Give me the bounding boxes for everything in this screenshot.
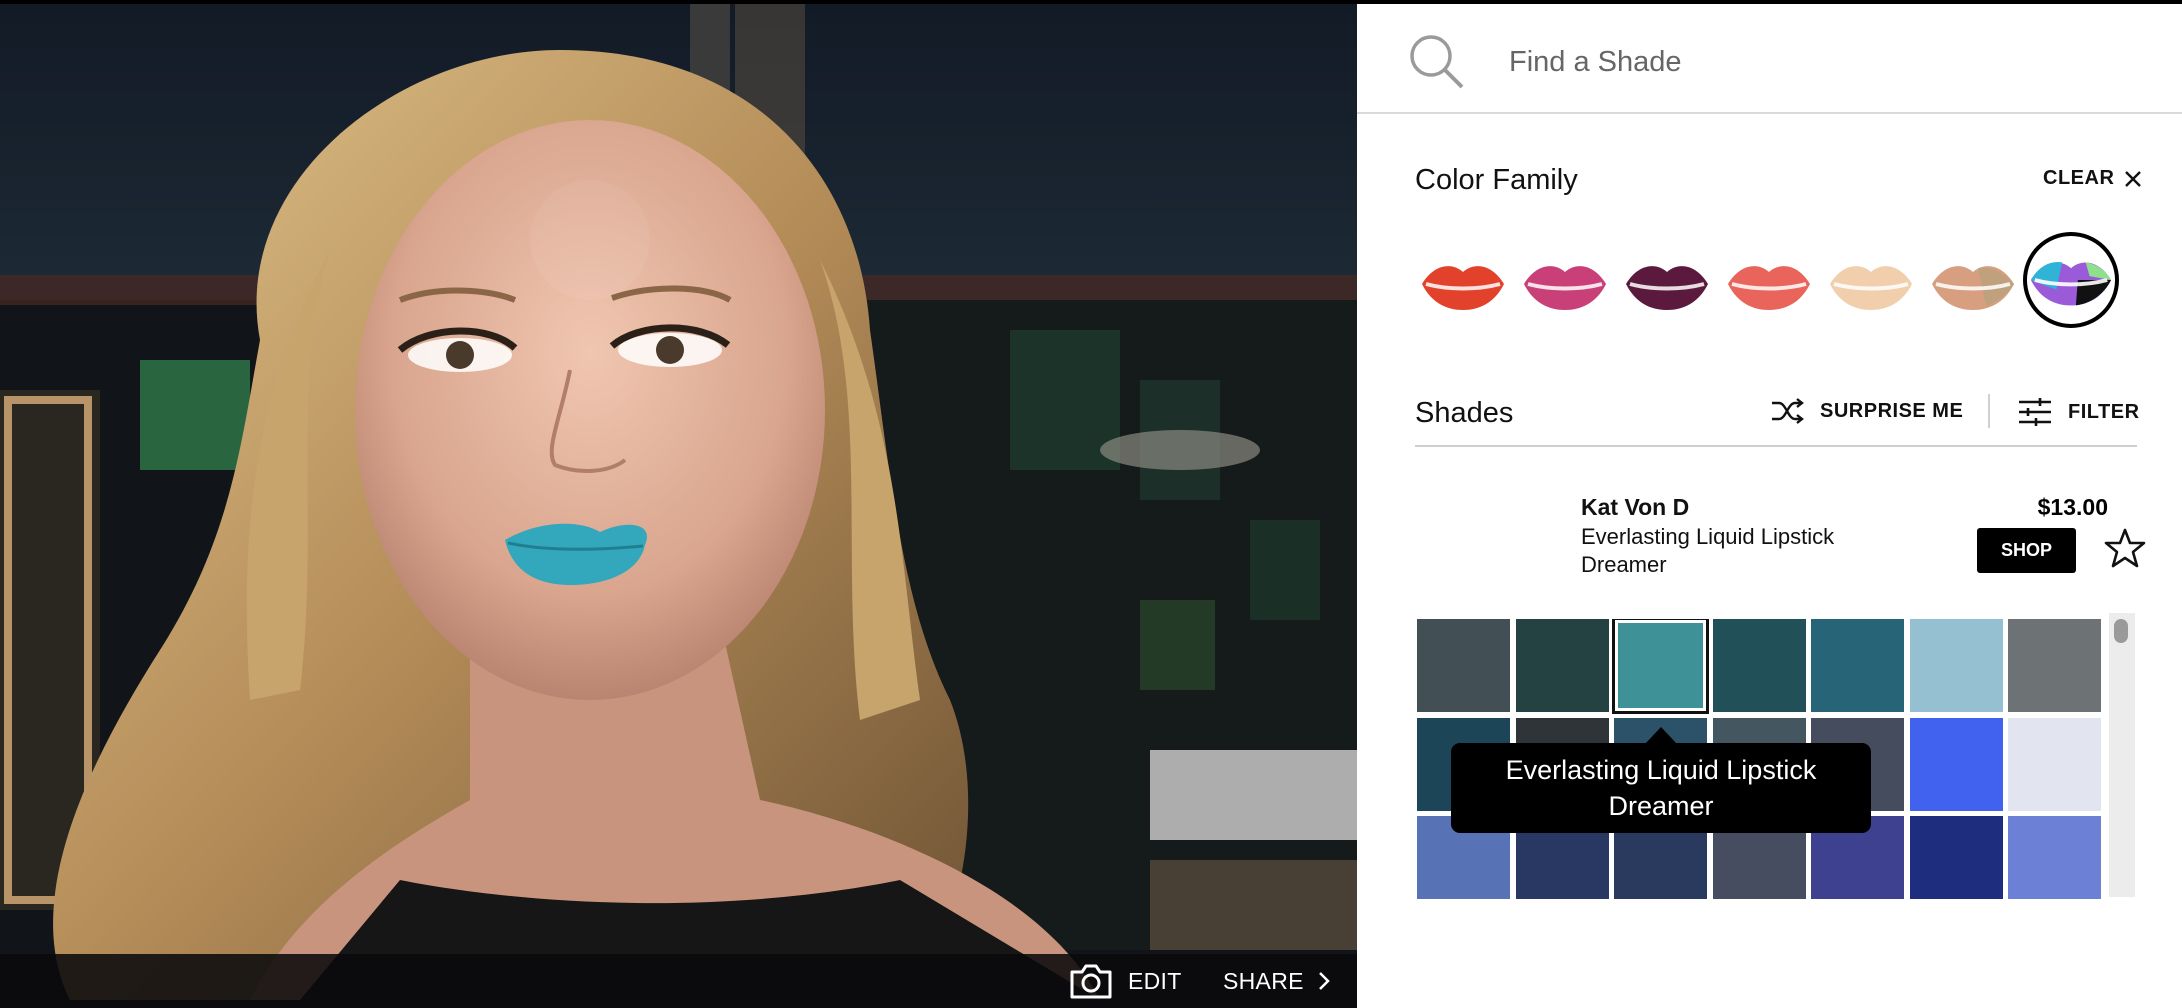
shade-swatch[interactable] <box>2008 816 2101 899</box>
filter-button[interactable]: FILTER <box>2018 397 2140 427</box>
camera-view: EDIT SHARE <box>0 0 1357 1008</box>
color-family-multi[interactable] <box>2023 232 2119 328</box>
surprise-me-label: SURPRISE ME <box>1820 399 1964 422</box>
lips-icon <box>1830 266 1912 310</box>
shades-divider <box>1415 445 2137 447</box>
search-input[interactable] <box>1509 34 2129 90</box>
lips-icon <box>1422 266 1504 310</box>
camera-icon[interactable] <box>1068 954 1114 1008</box>
tooltip-line-1: Everlasting Liquid Lipstick <box>1505 755 1817 785</box>
share-label: SHARE <box>1223 967 1304 994</box>
tooltip-line-2: Dreamer <box>1608 791 1714 821</box>
shade-finder-panel: Color Family CLEAR <box>1357 0 2182 1008</box>
shade-swatch[interactable] <box>1910 816 2003 899</box>
color-family-metallic[interactable] <box>1925 236 2021 332</box>
product-brand: Kat Von D <box>1581 494 1690 520</box>
clear-label: CLEAR <box>2043 167 2115 189</box>
shop-button[interactable]: SHOP <box>1977 528 2076 573</box>
lips-icon <box>1932 266 2014 310</box>
surprise-me-button[interactable]: SURPRISE ME <box>1770 397 1963 425</box>
shade-swatch[interactable] <box>2008 619 2101 712</box>
shade-swatch[interactable] <box>1612 619 1709 714</box>
product-price: $13.00 <box>2037 494 2108 520</box>
color-family-list <box>1415 232 2175 336</box>
color-family-coral[interactable] <box>1721 236 1817 332</box>
shades-title: Shades <box>1415 397 1514 429</box>
chevron-right-icon <box>1318 972 1330 990</box>
product-shade: Dreamer <box>1581 552 1667 577</box>
clear-button[interactable]: CLEAR <box>2043 167 2142 190</box>
shade-swatch[interactable] <box>1910 619 2003 712</box>
lips-icon <box>1728 266 1810 310</box>
shade-swatch[interactable] <box>1910 718 2003 811</box>
lips-icon <box>1626 266 1708 310</box>
scrollbar-thumb[interactable] <box>2114 619 2128 643</box>
color-family-nude[interactable] <box>1823 236 1919 332</box>
shade-swatch[interactable] <box>1516 619 1609 712</box>
lips-icon <box>1524 266 1606 310</box>
product-card: Kat Von D Everlasting Liquid Lipstick Dr… <box>1357 490 2182 600</box>
shade-swatch[interactable] <box>1417 619 1510 712</box>
search-icon[interactable] <box>1407 32 1465 90</box>
camera-feed-image <box>0 0 1357 1008</box>
color-family-pink[interactable] <box>1517 236 1613 332</box>
color-family-red[interactable] <box>1415 236 1511 332</box>
shade-swatch[interactable] <box>1811 619 1904 712</box>
shuffle-icon <box>1772 398 1804 424</box>
top-border <box>0 0 1357 4</box>
product-title: Everlasting Liquid Lipstick <box>1581 524 1835 549</box>
star-icon[interactable] <box>2103 526 2147 570</box>
toolbar-divider <box>1988 394 1990 428</box>
scrollbar-track[interactable] <box>2109 613 2135 897</box>
edit-label: EDIT <box>1128 967 1182 994</box>
share-button[interactable]: SHARE <box>1223 954 1330 1008</box>
product-name: Everlasting Liquid Lipstick Dreamer <box>1581 523 1911 579</box>
close-icon <box>2125 170 2142 187</box>
tooltip-arrow <box>1645 727 1677 744</box>
shade-swatch[interactable] <box>1713 619 1806 712</box>
lips-icon <box>2030 262 2112 306</box>
edit-button[interactable]: EDIT <box>1128 954 1182 1008</box>
filter-sliders-icon <box>2019 398 2051 426</box>
color-family-berry[interactable] <box>1619 236 1715 332</box>
search-bar <box>1357 4 2182 114</box>
filter-label: FILTER <box>2068 400 2140 423</box>
shade-swatch[interactable] <box>2008 718 2101 811</box>
color-family-title: Color Family <box>1415 164 1578 196</box>
shade-tooltip: Everlasting Liquid Lipstick Dreamer <box>1451 743 1871 833</box>
